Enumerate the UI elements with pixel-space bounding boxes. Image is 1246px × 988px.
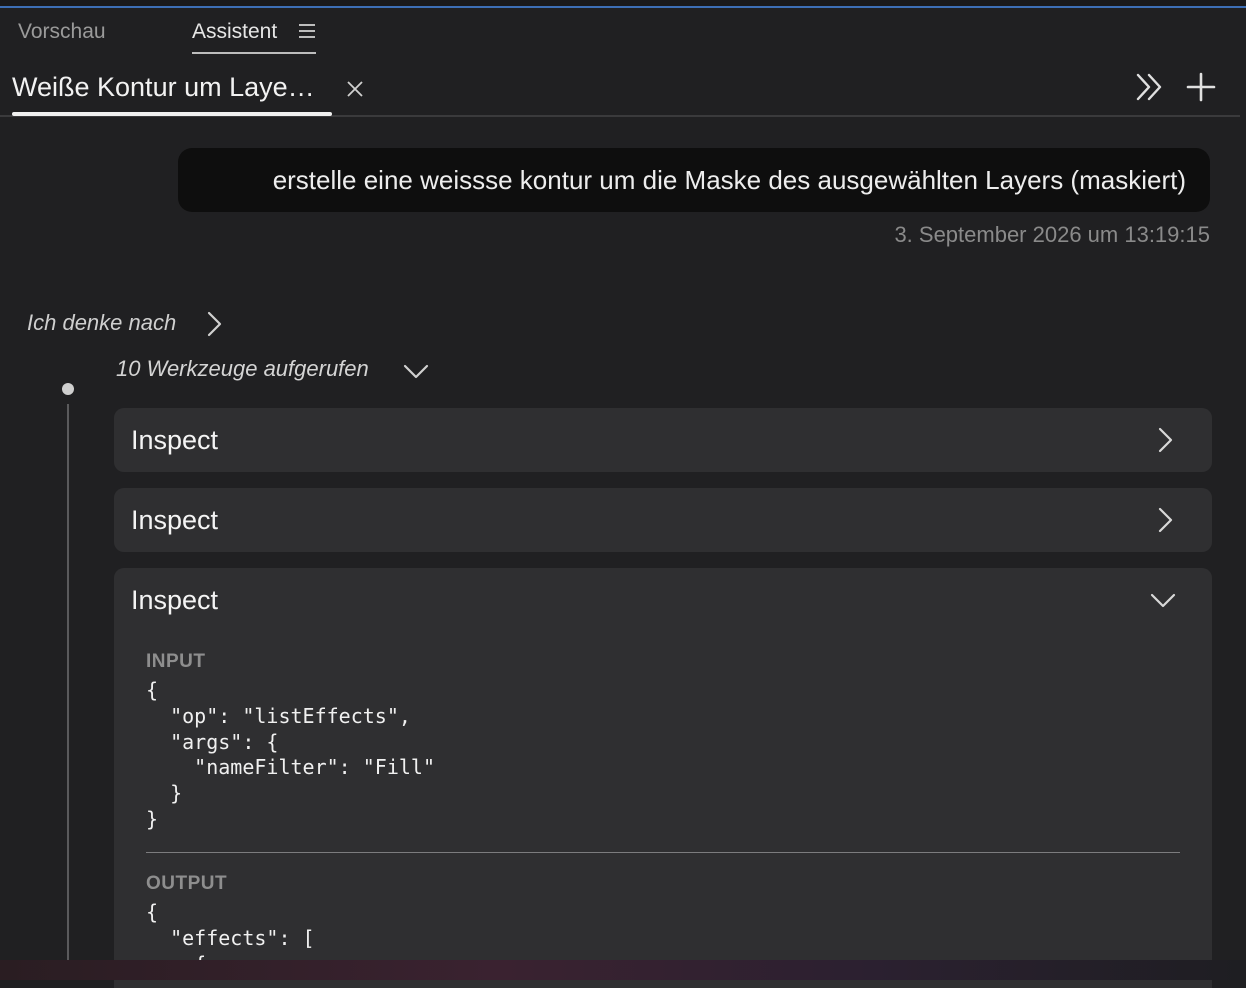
- input-output-divider: [146, 852, 1180, 853]
- chevron-down-icon[interactable]: [1150, 587, 1176, 613]
- plus-icon[interactable]: [1186, 72, 1216, 102]
- hamburger-menu-icon[interactable]: [299, 24, 315, 38]
- output-section-label: OUTPUT: [146, 873, 228, 894]
- conversation-tab-underline: [12, 112, 332, 116]
- tools-summary-label[interactable]: 10 Werkzeuge aufgerufen: [116, 356, 369, 382]
- timeline-line: [67, 404, 69, 960]
- tool-card-inspect-1[interactable]: Inspect: [114, 408, 1212, 472]
- tool-card-title: Inspect: [131, 585, 219, 615]
- chevron-right-icon[interactable]: [204, 310, 226, 338]
- timeline-dot: [62, 383, 74, 395]
- thinking-toggle-label[interactable]: Ich denke nach: [27, 310, 176, 336]
- user-message-bubble: erstelle eine weissse kontur um die Mask…: [178, 148, 1210, 212]
- close-icon[interactable]: [345, 79, 365, 99]
- tool-card-title: Inspect: [131, 505, 219, 535]
- chevron-right-icon[interactable]: [1152, 507, 1178, 533]
- tool-card-title: Inspect: [131, 425, 219, 455]
- message-timestamp: 3. September 2026 um 13:19:15: [894, 222, 1210, 247]
- chevron-right-icon[interactable]: [1152, 427, 1178, 453]
- tab-vorschau[interactable]: Vorschau: [18, 20, 106, 44]
- tool-card-inspect-2[interactable]: Inspect: [114, 488, 1212, 552]
- chevron-down-icon[interactable]: [402, 360, 430, 382]
- input-code-block: { "op": "listEffects", "args": { "nameFi…: [146, 678, 435, 831]
- conversation-tab-title[interactable]: Weiße Kontur um Laye…: [12, 72, 315, 103]
- tab-assistent-underline: [192, 52, 316, 54]
- window-bottom-edge: [0, 960, 1246, 980]
- input-section-label: INPUT: [146, 651, 206, 672]
- tab-assistent[interactable]: Assistent: [192, 20, 277, 44]
- panel-tab-bar: Vorschau Assistent: [0, 8, 1246, 54]
- double-chevron-right-icon[interactable]: [1134, 72, 1166, 102]
